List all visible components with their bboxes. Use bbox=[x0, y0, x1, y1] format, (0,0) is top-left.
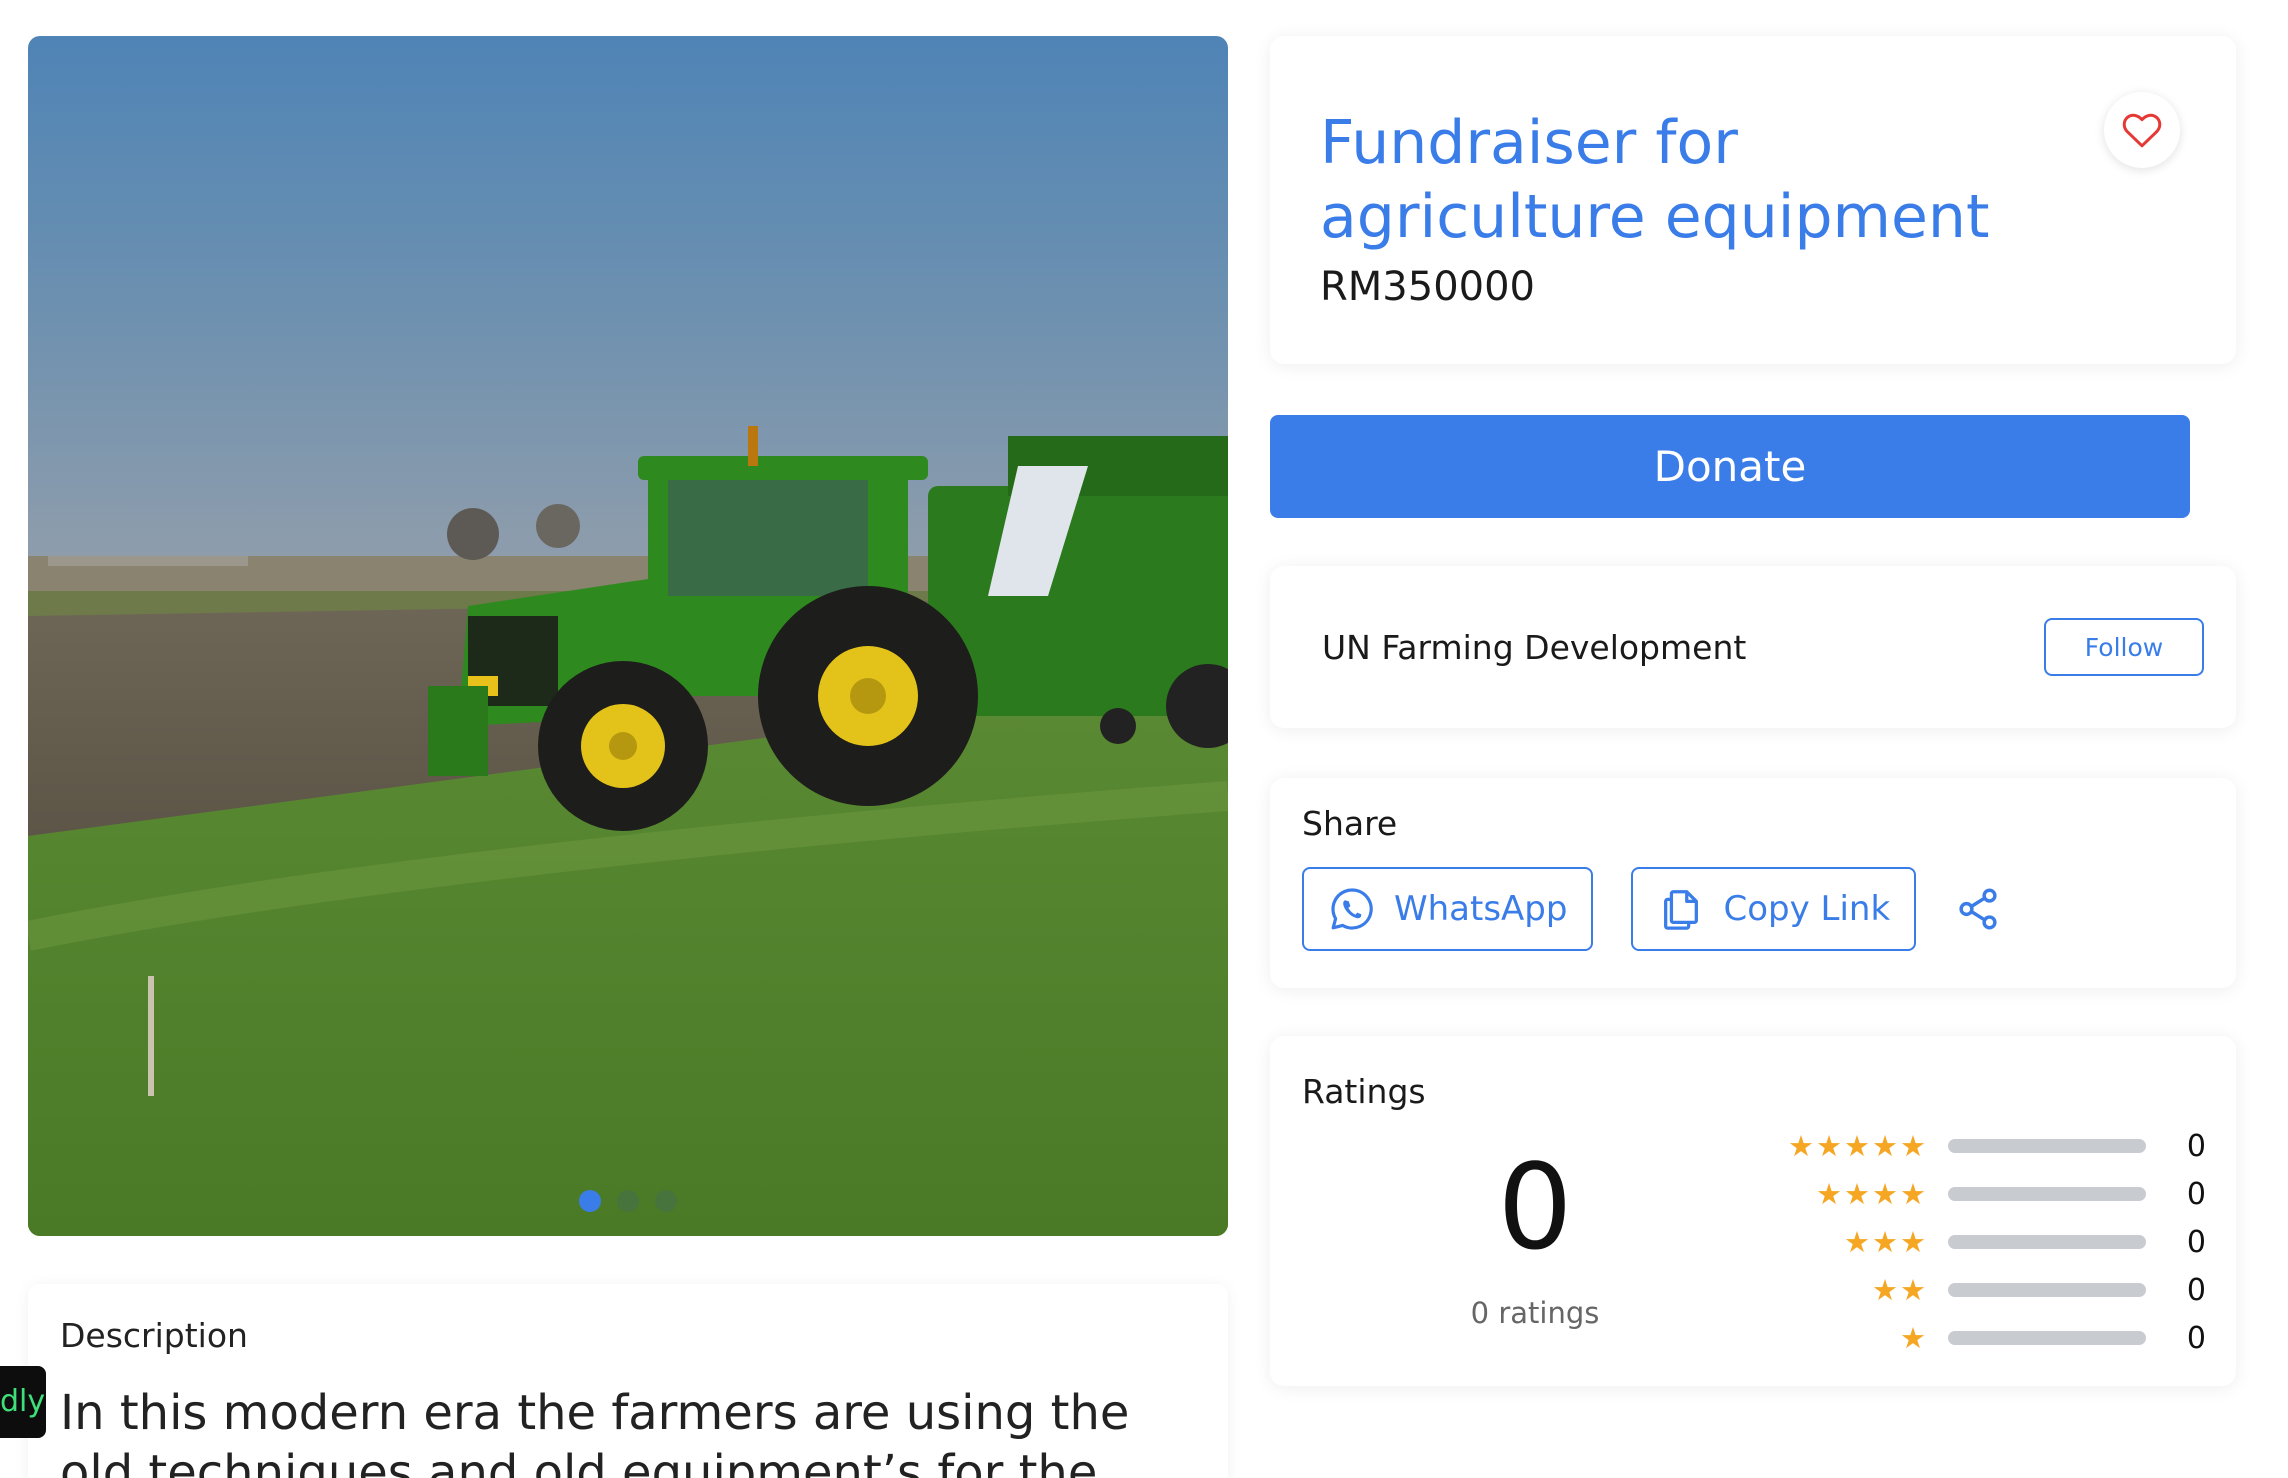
organizer-card: UN Farming Development Follow bbox=[1270, 566, 2236, 728]
star-icons: ★★★ bbox=[1844, 1225, 1928, 1259]
rating-count: 0 ratings bbox=[1470, 1296, 1600, 1330]
heart-icon bbox=[2122, 113, 2162, 148]
whatsapp-share-button[interactable]: WhatsApp bbox=[1302, 867, 1594, 951]
star-icons: ★★ bbox=[1872, 1273, 1928, 1307]
carousel-dot[interactable] bbox=[655, 1190, 677, 1212]
rating-average: 0 bbox=[1497, 1138, 1573, 1276]
copy-icon bbox=[1657, 885, 1705, 933]
star-icons: ★★★★ bbox=[1816, 1177, 1928, 1211]
carousel-dot[interactable] bbox=[617, 1190, 639, 1212]
ratings-card: Ratings 0 0 ratings ★★★★★ 0 ★★★★ 0 ★★★ 0 bbox=[1270, 1036, 2236, 1386]
description-text: In this modern era the farmers are using… bbox=[60, 1385, 1130, 1478]
organizer-name[interactable]: UN Farming Development bbox=[1322, 628, 2044, 667]
rating-bar bbox=[1948, 1235, 2146, 1249]
favorite-button[interactable] bbox=[2104, 92, 2180, 168]
page: Description In this modern era the farme… bbox=[0, 0, 2288, 1478]
ratings-heading: Ratings bbox=[1302, 1072, 1426, 1111]
rating-row-3: ★★★ 0 bbox=[1788, 1218, 2206, 1266]
share-heading: Share bbox=[1302, 804, 1398, 843]
fundraiser-goal-amount: RM350000 bbox=[1320, 264, 1535, 310]
star-icons: ★★★★★ bbox=[1788, 1129, 1928, 1163]
follow-button[interactable]: Follow bbox=[2044, 618, 2204, 676]
rating-row-1: ★ 0 bbox=[1788, 1314, 2206, 1362]
description-title: Description bbox=[60, 1316, 248, 1355]
rating-row-count: 0 bbox=[2186, 1224, 2206, 1260]
rating-row-4: ★★★★ 0 bbox=[1788, 1170, 2206, 1218]
fundraiser-header-card: Fundraiser for agriculture equipment RM3… bbox=[1270, 36, 2236, 364]
rating-row-2: ★★ 0 bbox=[1788, 1266, 2206, 1314]
rating-row-count: 0 bbox=[2186, 1320, 2206, 1356]
copy-link-label: Copy Link bbox=[1723, 889, 1891, 929]
side-widget-badge[interactable]: dly bbox=[0, 1366, 46, 1438]
carousel-dot[interactable] bbox=[579, 1190, 601, 1212]
rating-row-count: 0 bbox=[2186, 1128, 2206, 1164]
rating-bar bbox=[1948, 1187, 2146, 1201]
rating-summary: 0 0 ratings bbox=[1390, 1148, 1680, 1330]
donate-button[interactable]: Donate bbox=[1270, 415, 2190, 518]
tractor-photo bbox=[28, 426, 1228, 1236]
rating-row-count: 0 bbox=[2186, 1272, 2206, 1308]
description-card: Description In this modern era the farme… bbox=[28, 1284, 1228, 1478]
campaign-image[interactable] bbox=[28, 36, 1228, 1236]
fundraiser-title: Fundraiser for agriculture equipment bbox=[1320, 108, 1990, 252]
carousel-dots bbox=[28, 1190, 1228, 1212]
rating-row-count: 0 bbox=[2186, 1176, 2206, 1212]
star-icons: ★ bbox=[1900, 1321, 1928, 1355]
share-more-icon[interactable] bbox=[1954, 885, 2002, 933]
rating-bar bbox=[1948, 1331, 2146, 1345]
rating-bar bbox=[1948, 1139, 2146, 1153]
whatsapp-icon bbox=[1328, 885, 1376, 933]
rating-breakdown: ★★★★★ 0 ★★★★ 0 ★★★ 0 ★★ 0 ★ 0 bbox=[1788, 1122, 2206, 1362]
share-actions: WhatsApp Copy Link bbox=[1302, 867, 2204, 951]
rating-bar bbox=[1948, 1283, 2146, 1297]
whatsapp-label: WhatsApp bbox=[1394, 889, 1568, 929]
share-card: Share WhatsApp Copy Link bbox=[1270, 778, 2236, 988]
copy-link-button[interactable]: Copy Link bbox=[1631, 867, 1917, 951]
rating-row-5: ★★★★★ 0 bbox=[1788, 1122, 2206, 1170]
